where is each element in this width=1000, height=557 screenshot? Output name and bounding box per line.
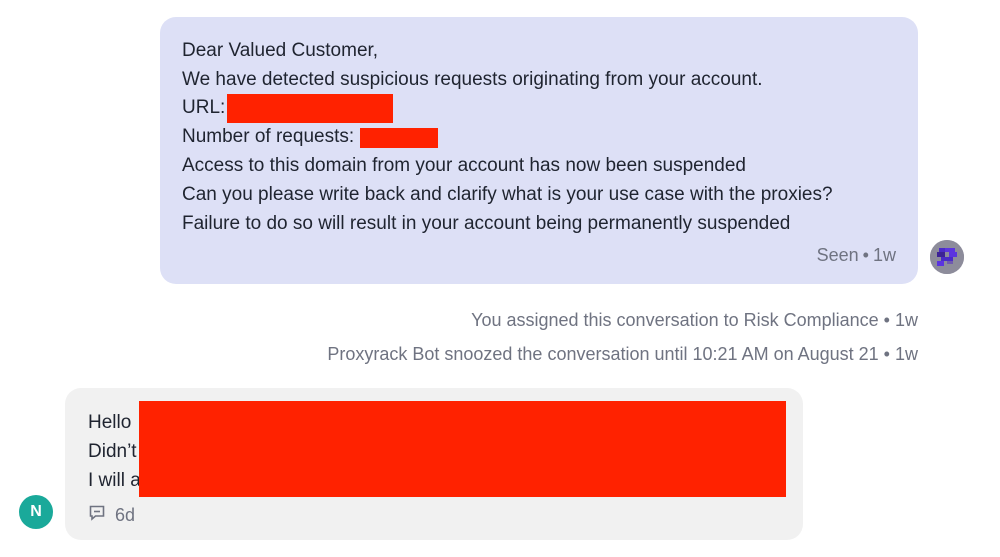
requests-redaction [360, 128, 439, 149]
message-url-line: URL: [182, 94, 896, 124]
meta-separator: • [862, 245, 869, 265]
message-question-line: Can you please write back and clarify wh… [182, 183, 833, 205]
assignment-event: You assigned this conversation to Risk C… [471, 310, 918, 330]
message-suspended-line: Access to this domain from your account … [182, 155, 746, 177]
outgoing-message-meta: Seen • 1w [817, 245, 896, 266]
incoming-message-time: 6d [115, 505, 136, 525]
assignment-event-time: 1w [894, 310, 918, 330]
seen-status: Seen [816, 245, 859, 265]
url-redaction [227, 94, 394, 124]
snooze-event-text: Proxyrack Bot snoozed the conversation u… [327, 344, 879, 364]
outgoing-message-bubble[interactable]: Dear Valued Customer, We have detected s… [160, 17, 918, 284]
url-label: URL: [182, 97, 226, 119]
message-requests-line: Number of requests: [182, 123, 896, 152]
incoming-message-redaction [139, 401, 786, 497]
requests-label: Number of requests: [182, 126, 355, 148]
message-greeting: Dear Valued Customer, [182, 40, 379, 61]
snooze-event: Proxyrack Bot snoozed the conversation u… [327, 344, 918, 364]
outgoing-message-time: 1w [872, 245, 896, 265]
snooze-event-time: 1w [894, 344, 918, 364]
chat-bubble-icon [88, 504, 106, 527]
user-avatar[interactable]: N [19, 495, 53, 529]
bot-avatar-icon[interactable] [930, 240, 964, 274]
message-warning-line: Failure to do so will result in your acc… [182, 212, 791, 234]
assignment-event-text: You assigned this conversation to Risk C… [471, 310, 879, 330]
message-detected-line: We have detected suspicious requests ori… [182, 68, 763, 90]
incoming-message-meta: 6d [88, 504, 135, 527]
